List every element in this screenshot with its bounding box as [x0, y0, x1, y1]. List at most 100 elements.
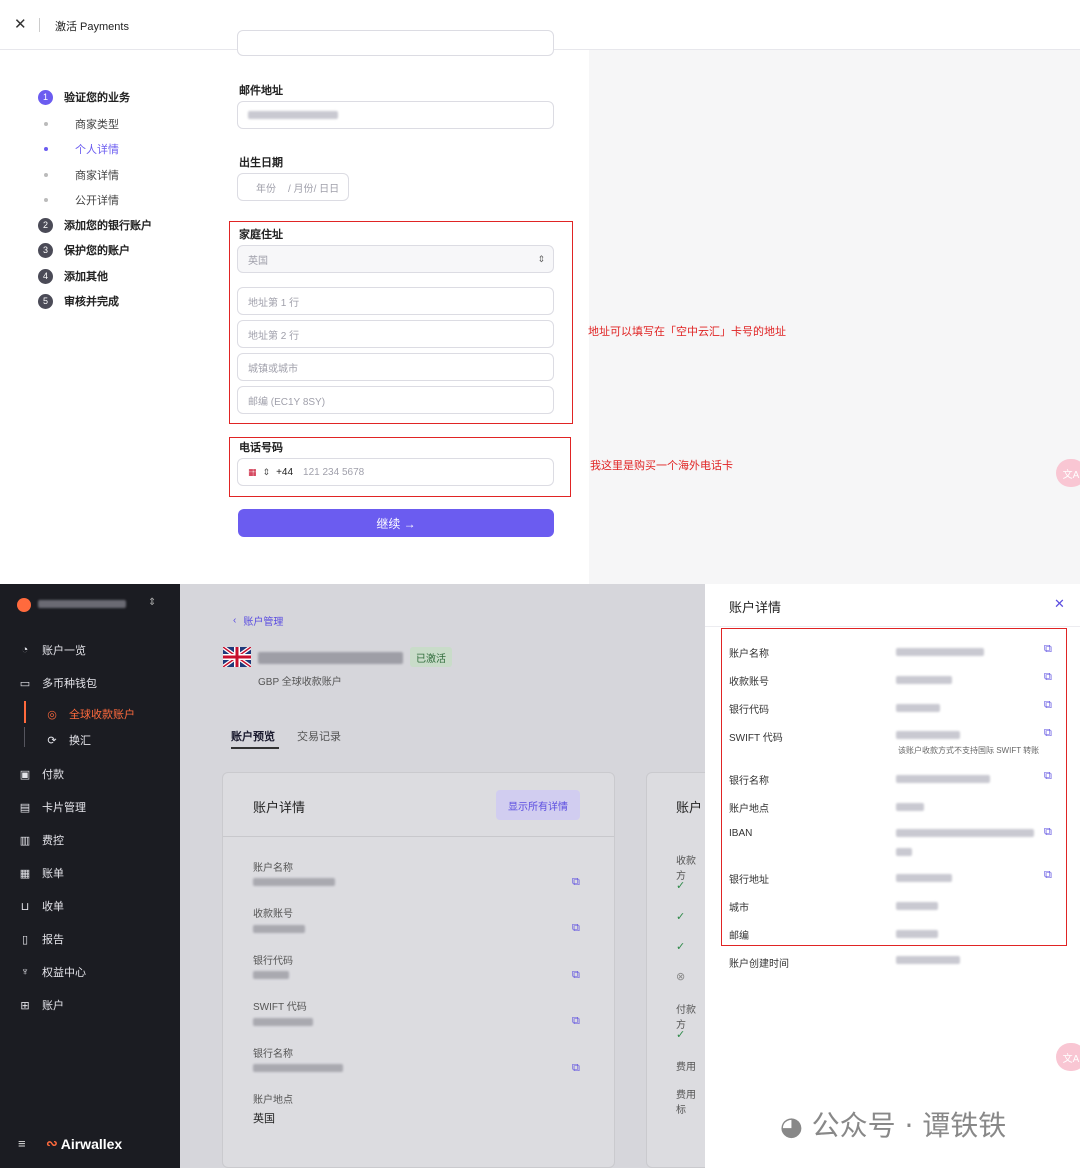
translate-fab-icon[interactable]: 文A	[1056, 1043, 1080, 1071]
exchange-icon: ⟳	[47, 734, 57, 747]
field-label: 账户地点	[253, 1095, 293, 1106]
card2-line: 收款方	[676, 856, 696, 882]
trophy-icon: ♆	[20, 966, 30, 978]
step-5[interactable]: 5 审核并完成	[38, 293, 119, 309]
close-icon[interactable]: ✕	[1054, 596, 1065, 612]
wechat-icon: ◕	[780, 1112, 803, 1142]
sidebar: ⇕ ◔ 账户一览 ▭ 多币种钱包 ◎ 全球收款账户 ⟳ 换汇 ▣ 付款 ▤ 卡片管理 ▥ 费控…	[0, 584, 180, 1168]
redacted-value	[253, 878, 335, 886]
close-icon[interactable]: ✕	[14, 15, 27, 33]
tree-line	[24, 727, 25, 747]
sidebar-item-rewards[interactable]: ♆ 权益中心	[18, 964, 86, 980]
sidebar-item-reports[interactable]: ▯ 报告	[18, 931, 64, 947]
check-icon: ✓	[676, 880, 686, 892]
payment-icon: ▣	[19, 768, 31, 781]
field-label: SWIFT 代码	[253, 1002, 307, 1013]
copy-icon[interactable]: ⧉	[572, 1062, 580, 1075]
annotation-note-address: 地址可以填写在「空中云汇」卡号的地址	[588, 326, 786, 338]
tab-underline	[231, 747, 279, 749]
email-field[interactable]	[237, 101, 554, 129]
redacted-value	[248, 111, 338, 119]
page-title: 激活 Payments	[55, 21, 129, 33]
card-icon: ▤	[19, 801, 31, 814]
avatar[interactable]	[17, 598, 31, 612]
substep-public-details[interactable]: 公开详情	[44, 192, 119, 208]
chevron-updown-icon[interactable]: ⇕	[148, 597, 156, 608]
sidebar-item-bills[interactable]: ▦ 账单	[18, 865, 64, 881]
annotation-box-panel	[721, 628, 1067, 946]
dob-day: / 日日	[313, 183, 340, 195]
sidebar-item-acquiring[interactable]: ⊔ 收单	[18, 898, 64, 914]
brand-logo: ∾ Airwallex	[46, 1135, 123, 1152]
step-2[interactable]: 2 添加您的银行账户	[38, 217, 152, 233]
breadcrumb[interactable]: ‹ 账户管理	[233, 613, 283, 628]
substep-business-details[interactable]: 商家详情	[44, 167, 119, 183]
account-details-screen: ⇕ ◔ 账户一览 ▭ 多币种钱包 ◎ 全球收款账户 ⟳ 换汇 ▣ 付款 ▤ 卡片管理 ▥ 费控…	[0, 584, 1080, 1168]
sidebar-item-account[interactable]: ⊞ 账户	[18, 997, 64, 1013]
redacted-account-title	[258, 652, 403, 664]
step-1[interactable]: 1 验证您的业务	[38, 89, 130, 105]
gauge-icon: ◔	[21, 644, 29, 656]
global-account-icon: ◎	[47, 708, 57, 721]
wallet-icon: ▭	[19, 677, 31, 690]
show-all-details-button[interactable]: 显示所有详情	[496, 790, 580, 820]
substep-business-type[interactable]: 商家类型	[44, 116, 119, 132]
copy-icon[interactable]: ⧉	[572, 969, 580, 982]
field-label: 银行名称	[253, 1049, 293, 1060]
translate-fab-icon[interactable]: 文A	[1056, 459, 1080, 487]
card2-line: 费用	[676, 1062, 696, 1073]
panel-title: 账户详情	[729, 600, 782, 615]
copy-icon[interactable]: ⧉	[572, 1015, 580, 1028]
step-label: 验证您的业务	[64, 92, 130, 104]
dot-icon	[44, 122, 48, 126]
sidebar-item-payments[interactable]: ▣ 付款	[18, 766, 64, 782]
sidebar-item-cards[interactable]: ▤ 卡片管理	[18, 799, 86, 815]
menu-icon[interactable]: ≡	[18, 1136, 26, 1151]
tab-overview[interactable]: 账户预览	[231, 728, 275, 744]
panel-row-label: 账户创建时间	[729, 959, 789, 970]
field-label: 收款账号	[253, 909, 293, 920]
redacted-value	[253, 1018, 313, 1026]
copy-icon[interactable]: ⧉	[572, 876, 580, 889]
step-4[interactable]: 4 添加其他	[38, 268, 108, 284]
airwallex-logo-icon: ∾	[46, 1135, 58, 1151]
main-content: ‹ 账户管理 已激活 GBP 全球收款账户 账户预览 交易记录 账户详情 显示所…	[180, 584, 726, 1168]
copy-icon[interactable]: ⧉	[572, 922, 580, 935]
sidebar-item-expense[interactable]: ▥ 费控	[18, 832, 64, 848]
dob-field[interactable]: 年份 / 月份 / 日日	[237, 173, 349, 201]
right-pane	[589, 50, 1080, 584]
substep-personal-details[interactable]: 个人详情	[44, 141, 119, 157]
card2-line: 付款方	[676, 1005, 696, 1031]
divider	[39, 18, 40, 32]
sidebar-item-wallet[interactable]: ▭ 多币种钱包	[18, 675, 97, 691]
redacted-value	[896, 956, 960, 964]
card2-title: 账户	[676, 800, 703, 815]
activation-form-screen: ✕ 激活 Payments 1 验证您的业务 商家类型 个人详情 商家详情 公开详…	[0, 0, 1080, 584]
cross-icon: ⊗	[676, 971, 686, 983]
step-3[interactable]: 3 保护您的账户	[38, 242, 130, 258]
email-label: 邮件地址	[239, 85, 283, 97]
continue-button[interactable]: 继续 →	[238, 509, 554, 537]
bill-icon: ▦	[19, 867, 31, 880]
dob-year: 年份	[256, 183, 276, 195]
redacted-value	[253, 1064, 343, 1072]
annotation-box-phone	[229, 437, 571, 497]
annotation-box-address	[229, 221, 573, 424]
redacted-value	[253, 925, 305, 933]
watermark: ◕ 公众号 · 谭铁铁	[780, 1109, 1007, 1142]
field-value: 英国	[253, 1113, 275, 1125]
sidebar-item-global-account[interactable]: ◎ 全球收款账户	[45, 706, 135, 722]
cart-icon: ⊔	[20, 900, 30, 913]
active-indicator	[24, 701, 26, 723]
expense-icon: ▥	[19, 834, 31, 847]
sidebar-item-exchange[interactable]: ⟳ 换汇	[45, 732, 91, 748]
tab-transactions[interactable]: 交易记录	[297, 728, 341, 744]
previous-field[interactable]	[237, 30, 554, 56]
field-label: 账户名称	[253, 863, 293, 874]
sidebar-item-overview[interactable]: ◔ 账户一览	[18, 642, 86, 658]
dob-month: / 月份	[288, 183, 314, 195]
status-badge: 已激活	[410, 647, 452, 667]
redacted-value	[253, 971, 289, 979]
uk-flag-icon	[221, 645, 253, 669]
dob-label: 出生日期	[239, 157, 283, 169]
